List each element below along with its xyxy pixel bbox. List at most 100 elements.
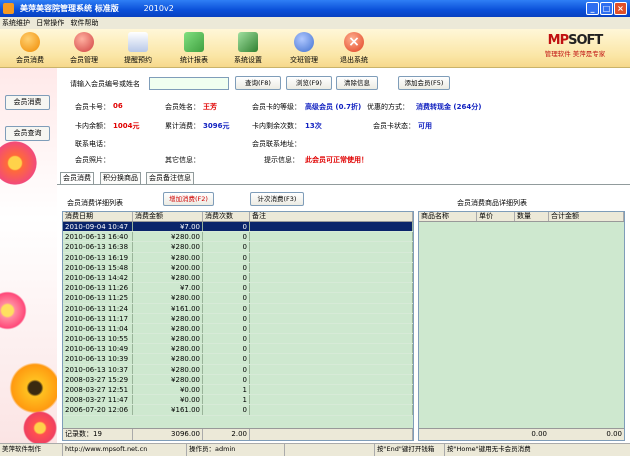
table-cell xyxy=(250,334,413,344)
table-cell: ¥280.00 xyxy=(133,323,203,334)
table-cell xyxy=(250,385,413,395)
table-cell: 2010-06-13 10:39 xyxy=(63,354,133,364)
users-icon xyxy=(294,32,314,52)
toolbar-member-manage[interactable]: 会员管理 xyxy=(60,32,108,65)
table-cell: ¥280.00 xyxy=(133,252,203,262)
consume-table[interactable]: 消费日期 消费金额 消费次数 备注 2010-09-04 10:47 ¥7.00 0… xyxy=(62,211,414,441)
table-row[interactable]: 2010-06-13 11:24 ¥161.00 0 xyxy=(63,303,413,314)
add-consume-button[interactable]: 增加消费(F2) xyxy=(163,192,214,206)
table-cell: 2010-06-13 11:17 xyxy=(63,313,133,323)
table-cell: 2010-06-13 11:25 xyxy=(63,293,133,303)
table-cell: ¥280.00 xyxy=(133,313,203,323)
add-member-button[interactable]: 添加会员(F5) xyxy=(398,76,450,90)
table-row[interactable]: 2010-06-13 10:49 ¥280.00 0 xyxy=(63,344,413,355)
table-cell: 0 xyxy=(203,405,250,415)
col-note[interactable]: 备注 xyxy=(250,212,413,221)
table-row[interactable]: 2010-06-13 11:25 ¥280.00 0 xyxy=(63,293,413,304)
table-cell: 0 xyxy=(203,374,250,384)
table-cell: ¥161.00 xyxy=(133,405,203,415)
table-row[interactable]: 2008-03-27 12:51 ¥0.00 1 xyxy=(63,385,413,396)
name-value: 王芳 xyxy=(203,103,217,111)
table-cell: ¥280.00 xyxy=(133,293,203,303)
status-maker: 美萍软件制作 xyxy=(2,445,41,453)
clear-button[interactable]: 清除信息 xyxy=(336,76,378,90)
table-cell xyxy=(250,272,413,283)
table-row[interactable]: 2010-06-13 11:04 ¥280.00 0 xyxy=(63,323,413,335)
sidebar-consume-button[interactable]: 会员消费 xyxy=(5,95,50,110)
table-cell: 0 xyxy=(203,242,250,252)
table-row[interactable]: 2006-07-20 12:06 ¥161.00 0 xyxy=(63,405,413,416)
browse-button[interactable]: 浏览(F9) xyxy=(286,76,332,90)
toolbar-shift[interactable]: 交班管理 xyxy=(280,32,328,65)
maximize-button[interactable]: □ xyxy=(600,2,613,15)
query-button[interactable]: 查询(F8) xyxy=(235,76,281,90)
table-cell: ¥0.00 xyxy=(133,395,203,405)
toolbar-reminder[interactable]: 提醒预约 xyxy=(114,32,162,65)
table-row[interactable]: 2010-06-13 10:37 ¥280.00 0 xyxy=(63,364,413,375)
count-consume-button[interactable]: 计次消费(F3) xyxy=(250,192,304,206)
table-cell: ¥200.00 xyxy=(133,262,203,272)
table-cell xyxy=(250,344,413,354)
status-hint-home: 按"Home"键用无卡会员消费 xyxy=(444,444,630,456)
table-row[interactable]: 2010-06-13 11:26 ¥7.00 0 xyxy=(63,283,413,294)
table-row[interactable]: 2010-06-13 16:38 ¥280.00 0 xyxy=(63,242,413,253)
title-bar: 美萍美容院管理系统 标准版 2010v2 _ □ × xyxy=(0,0,630,17)
toolbar-member-consume[interactable]: 会员消费 xyxy=(6,32,54,65)
detail-list-title: 会员消费商品详细列表 xyxy=(457,199,527,207)
table-row[interactable]: 2010-09-04 10:47 ¥7.00 0 xyxy=(63,222,413,233)
menu-daily[interactable]: 日常操作 xyxy=(36,19,64,27)
table-row[interactable]: 2010-06-13 16:40 ¥280.00 0 xyxy=(63,232,413,243)
table-cell: 2008-03-27 15:29 xyxy=(63,374,133,384)
toolbar-exit[interactable]: × 退出系统 xyxy=(330,32,378,65)
main-panel: 请输入会员编号或姓名 查询(F8) 浏览(F9) 清除信息 添加会员(F5) 会… xyxy=(57,68,630,443)
status-url: http://www.mpsoft.net.cn xyxy=(62,444,186,456)
col-quantity[interactable]: 数量 xyxy=(515,212,549,221)
chart-icon xyxy=(184,32,204,52)
detail-sum-total: 0.00 xyxy=(606,430,622,438)
balance-label: 卡内余额： xyxy=(75,122,110,130)
search-input[interactable] xyxy=(149,77,229,90)
toolbar: 会员消费 会员管理 提醒预约 统计报表 系统设置 交班管理 × 退出系统 MPS… xyxy=(0,29,630,68)
col-amount[interactable]: 消费金额 xyxy=(133,212,203,221)
table-row[interactable]: 2008-03-27 11:47 ¥0.00 1 xyxy=(63,395,413,406)
hint-value: 此会员可正常使用！ xyxy=(305,156,368,164)
detail-table[interactable]: 商品名称 单价 数量 合计金额 0.00 0.00 xyxy=(418,211,625,441)
sum-amount: 3096.00 xyxy=(133,429,203,440)
minimize-button[interactable]: _ xyxy=(586,2,599,15)
menu-system[interactable]: 系统维护 xyxy=(2,19,30,27)
tab-divider xyxy=(57,184,630,185)
detail-table-header: 商品名称 单价 数量 合计金额 xyxy=(419,212,624,222)
remaining-value: 13次 xyxy=(305,122,322,130)
col-date[interactable]: 消费日期 xyxy=(63,212,133,221)
consume-table-header: 消费日期 消费金额 消费次数 备注 xyxy=(63,212,413,222)
table-row[interactable]: 2010-06-13 15:48 ¥200.00 0 xyxy=(63,262,413,273)
table-row[interactable]: 2010-06-13 16:19 ¥280.00 0 xyxy=(63,252,413,263)
toolbar-reports[interactable]: 统计报表 xyxy=(170,32,218,65)
close-button[interactable]: × xyxy=(614,2,627,15)
table-cell xyxy=(250,374,413,384)
table-cell: 0 xyxy=(203,354,250,364)
photo-label: 会员照片： xyxy=(75,156,110,164)
tab-notes[interactable]: 会员备注信息 xyxy=(146,172,194,184)
flower-decoration-4 xyxy=(20,408,60,448)
tab-points[interactable]: 积分换商品 xyxy=(100,172,141,184)
table-cell: 2010-06-13 11:26 xyxy=(63,283,133,293)
table-row[interactable]: 2010-06-13 10:55 ¥280.00 0 xyxy=(63,334,413,345)
col-count[interactable]: 消费次数 xyxy=(203,212,250,221)
table-row[interactable]: 2010-06-13 11:17 ¥280.00 0 xyxy=(63,313,413,324)
col-unit-price[interactable]: 单价 xyxy=(477,212,515,221)
app-icon xyxy=(3,3,14,14)
col-subtotal[interactable]: 合计金额 xyxy=(549,212,624,221)
menu-help[interactable]: 软件帮助 xyxy=(70,19,98,27)
address-label: 会员联系地址： xyxy=(252,140,301,148)
table-cell: 0 xyxy=(203,334,250,344)
toolbar-settings[interactable]: 系统设置 xyxy=(224,32,272,65)
table-row[interactable]: 2010-06-13 14:42 ¥280.00 0 xyxy=(63,272,413,284)
table-cell: 0 xyxy=(203,232,250,242)
notepad-icon xyxy=(128,32,148,52)
col-item-name[interactable]: 商品名称 xyxy=(419,212,477,221)
table-row[interactable]: 2008-03-27 15:29 ¥280.00 0 xyxy=(63,374,413,385)
table-cell: 2010-06-13 10:37 xyxy=(63,364,133,374)
table-row[interactable]: 2010-06-13 10:39 ¥280.00 0 xyxy=(63,354,413,365)
other-label: 其它信息： xyxy=(165,156,200,164)
